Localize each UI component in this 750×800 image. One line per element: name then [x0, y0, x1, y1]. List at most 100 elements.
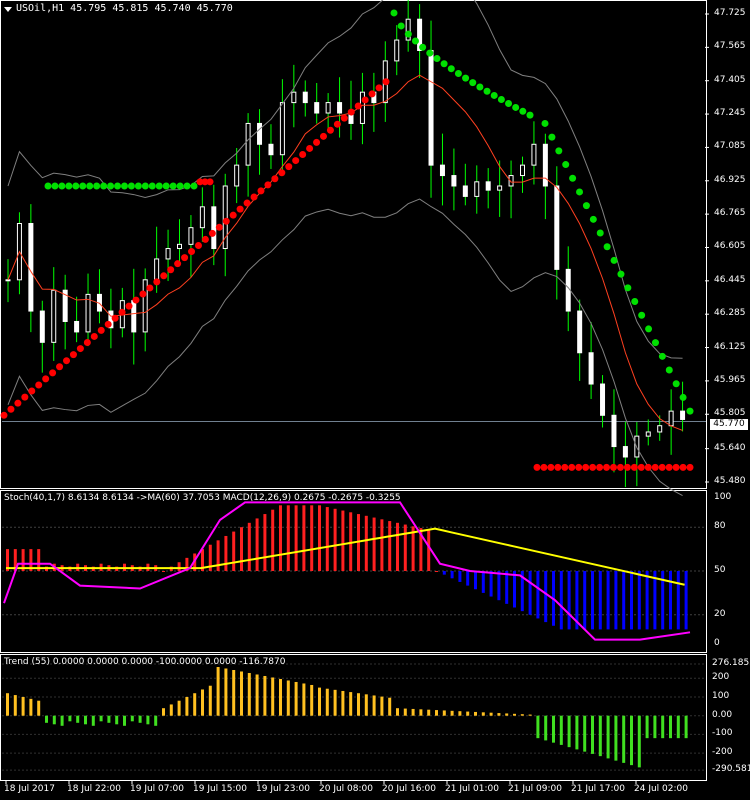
stoch-histogram-bar — [559, 571, 563, 630]
sar-red-dot — [90, 332, 98, 340]
stoch-histogram-bar — [232, 531, 236, 571]
sar-red-dot — [596, 463, 604, 471]
price-axis-label: 46.765 — [714, 208, 746, 219]
trend-bar — [115, 715, 119, 725]
stoch-ma-line — [6, 527, 685, 586]
sar-green-dot — [645, 325, 653, 333]
sar-green-dot — [686, 407, 694, 415]
trend-bar — [645, 715, 649, 739]
sar-green-dot — [617, 270, 625, 278]
trend-bar — [661, 715, 665, 739]
candle-body — [39, 310, 45, 343]
trend-bar — [357, 693, 360, 716]
sar-red-dot — [132, 296, 140, 304]
sar-red-dot — [361, 96, 369, 104]
time-axis-label: 19 Jul 23:00 — [256, 784, 310, 794]
sar-green-dot — [86, 182, 94, 190]
trend-bar — [302, 683, 306, 716]
sar-green-dot — [190, 182, 198, 190]
sar-red-dot — [644, 463, 652, 471]
stoch-axis-label: 50 — [714, 565, 726, 575]
price-axis-label: 47.245 — [714, 108, 746, 119]
trend-bar — [489, 712, 493, 716]
sar-green-dot — [576, 188, 584, 196]
candle-body — [268, 143, 274, 156]
time-axis-label: 19 Jul 07:00 — [130, 784, 184, 794]
sar-red-dot — [306, 144, 314, 152]
trend-bar — [497, 713, 501, 716]
sar-green-dot — [562, 161, 570, 169]
sar-green-dot — [519, 107, 527, 115]
stoch-histogram-bar — [364, 515, 368, 571]
sar-red-dot — [333, 120, 341, 128]
candle-body — [188, 227, 194, 245]
sar-green-dot — [454, 70, 462, 78]
price-axis-label: 45.480 — [714, 476, 746, 486]
trend-bar — [481, 712, 485, 716]
candle-body — [154, 258, 160, 281]
sar-red-dot — [623, 463, 631, 471]
sar-red-dot — [201, 235, 209, 243]
stoch-histogram-bar — [442, 571, 446, 575]
candle-body — [588, 352, 594, 385]
stoch-histogram-bar — [481, 571, 485, 593]
stoch-histogram-bar — [630, 571, 633, 630]
stoch-histogram-bar — [435, 571, 438, 572]
trend-bar — [123, 715, 126, 726]
trend-bar — [606, 715, 610, 759]
sar-green-dot — [497, 96, 505, 104]
chart-canvas[interactable] — [0, 0, 750, 800]
sar-red-dot — [533, 463, 541, 471]
price-axis-label: 45.640 — [714, 442, 746, 453]
candle-body — [497, 185, 503, 191]
stoch-histogram-bar — [489, 571, 493, 597]
candle-body — [622, 446, 628, 458]
candle-body — [314, 102, 320, 114]
price-axis-label: 46.605 — [714, 241, 746, 252]
sar-green-dot — [548, 133, 556, 141]
sar-green-dot — [610, 256, 618, 264]
trend-bar — [318, 687, 321, 716]
candle-body — [234, 164, 240, 187]
sar-red-dot — [540, 463, 548, 471]
trend-bar — [403, 708, 407, 716]
trend-bar — [232, 669, 236, 716]
candle-body — [474, 181, 480, 197]
sar-red-dot — [14, 399, 22, 407]
sar-green-dot — [155, 182, 163, 190]
sar-red-dot — [630, 463, 638, 471]
sar-green-dot — [490, 91, 498, 99]
sar-red-dot — [299, 151, 307, 159]
stoch-histogram-bar — [294, 505, 298, 571]
price-axis-label: 45.805 — [714, 408, 746, 419]
trend-bar — [559, 715, 563, 745]
trend-bar — [201, 689, 204, 716]
trend-bar — [458, 711, 462, 716]
sar-red-dot — [21, 393, 29, 401]
stoch-histogram-bar — [240, 527, 243, 571]
sar-green-dot — [589, 215, 597, 223]
sar-red-dot — [243, 199, 251, 207]
sar-green-dot — [462, 74, 470, 82]
trend-bar — [21, 696, 25, 716]
sar-green-dot — [176, 182, 184, 190]
trend-bar — [536, 715, 540, 739]
stoch-axis-label: 0 — [714, 638, 720, 648]
trend-bar — [622, 715, 626, 763]
trend-axis-label: 0.00 — [712, 709, 733, 720]
stoch-axis-label: 20 — [714, 608, 726, 619]
sar-red-dot — [672, 463, 680, 471]
candle-body — [451, 175, 457, 187]
trend-bar — [138, 715, 142, 723]
symbol-menu-icon[interactable] — [4, 7, 12, 12]
upper-band-line — [7, 0, 683, 359]
sar-red-dot — [271, 175, 279, 183]
candle-body — [199, 206, 205, 229]
stoch-histogram-bar — [341, 510, 345, 571]
candle-body — [51, 289, 57, 343]
candle-body — [325, 102, 331, 114]
sar-red-dot — [153, 278, 161, 286]
price-axis-label: 46.285 — [714, 308, 746, 319]
trend-bar — [271, 677, 275, 716]
sar-red-dot — [97, 326, 105, 334]
